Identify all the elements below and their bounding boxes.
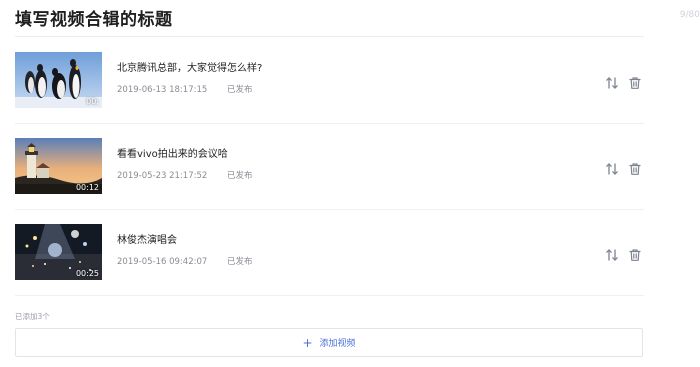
video-duration: 00: xyxy=(86,97,99,106)
add-video-label: 添加视频 xyxy=(319,339,356,349)
sort-icon[interactable] xyxy=(605,162,619,176)
trash-icon[interactable] xyxy=(628,162,642,176)
video-datetime: 2019-05-16 09:42:07 xyxy=(117,257,208,267)
video-title: 北京腾讯总部，大家觉得怎么样? xyxy=(117,63,263,74)
trash-icon[interactable] xyxy=(628,76,642,90)
video-status: 已发布 xyxy=(226,171,253,181)
video-thumbnail[interactable]: 00:12 xyxy=(15,138,102,194)
title-char-counter: 9/80 xyxy=(679,10,700,20)
video-meta: 2019-05-16 09:42:07 已发布 xyxy=(117,255,253,267)
row-divider xyxy=(15,295,644,296)
video-thumbnail[interactable]: 00:25 xyxy=(15,224,102,280)
video-meta: 2019-06-13 18:17:15 已发布 xyxy=(117,83,253,95)
sort-icon[interactable] xyxy=(605,248,619,262)
video-thumbnail[interactable]: 00: xyxy=(15,52,102,108)
video-datetime: 2019-06-13 18:17:15 xyxy=(117,85,208,95)
video-title: 看看vivo拍出来的会议哈 xyxy=(117,149,228,160)
trash-icon[interactable] xyxy=(628,248,642,262)
plus-icon: + xyxy=(302,335,313,350)
video-title: 林俊杰演唱会 xyxy=(117,235,177,246)
video-status: 已发布 xyxy=(226,257,253,267)
video-item: 00:12 看看vivo拍出来的会议哈 2019-05-23 21:17:52 … xyxy=(15,123,644,209)
page-title[interactable]: 填写视频合辑的标题 xyxy=(15,5,173,30)
video-meta: 2019-05-23 21:17:52 已发布 xyxy=(117,169,253,181)
video-item: 00:25 林俊杰演唱会 2019-05-16 09:42:07 已发布 xyxy=(15,209,644,295)
video-duration: 00:12 xyxy=(75,183,99,192)
add-video-button[interactable]: + 添加视频 xyxy=(15,328,643,357)
added-count: 已添加3个 xyxy=(15,312,50,321)
sort-icon[interactable] xyxy=(605,76,619,90)
video-status: 已发布 xyxy=(226,85,253,95)
video-duration: 00:25 xyxy=(75,269,99,278)
video-item: 00: 北京腾讯总部，大家觉得怎么样? 2019-06-13 18:17:15 … xyxy=(15,37,644,123)
video-datetime: 2019-05-23 21:17:52 xyxy=(117,171,208,181)
